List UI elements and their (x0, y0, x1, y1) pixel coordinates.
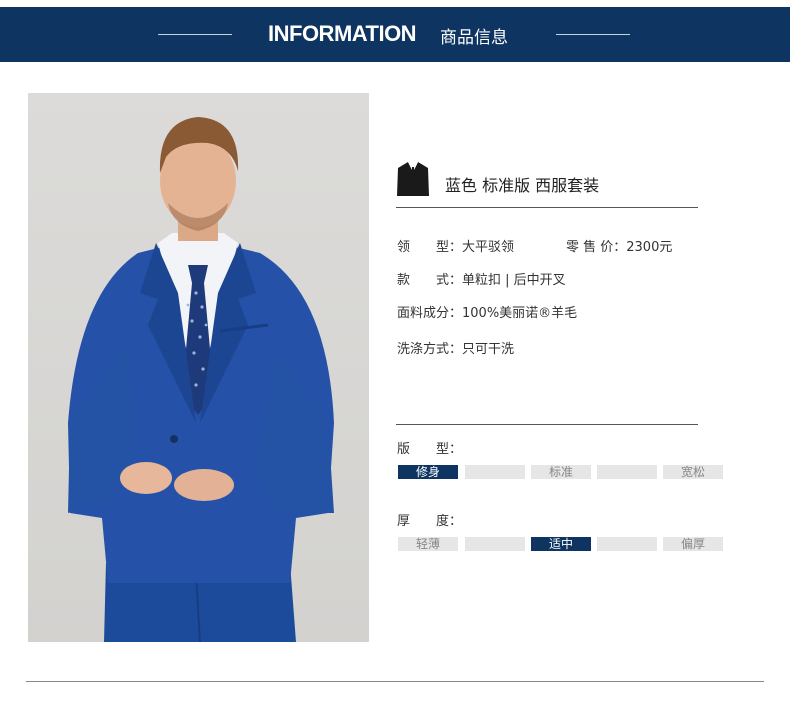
product-heading: 蓝色 标准版 西服套装 (396, 160, 698, 207)
style-label: 款 式： (397, 273, 463, 288)
product-photo (28, 93, 369, 642)
spec-wash: 洗涤方式：只可干洗 (397, 338, 514, 357)
wash-label: 洗涤方式： (397, 342, 463, 357)
spec-divider (396, 424, 698, 425)
banner-left-line (158, 34, 232, 35)
fit-cell: 宽松 (663, 465, 723, 479)
heading-divider (396, 207, 698, 208)
model-in-suit-illustration (68, 117, 334, 642)
thickness-cell: 轻薄 (398, 537, 458, 551)
fabric-label: 面料成分： (397, 306, 463, 321)
price-label: 零 售 价： (566, 240, 627, 255)
banner-right-line (556, 34, 630, 35)
thickness-cell: 适中 (531, 537, 591, 551)
wash-value: 只可干洗 (462, 342, 515, 357)
collar-value: 大平驳领 (462, 240, 515, 255)
banner-title-cn: 商品信息 (440, 28, 508, 48)
thickness-label: 厚 度： (397, 514, 463, 529)
thickness-cell: 偏厚 (663, 537, 723, 551)
fit-label: 版 型： (397, 442, 463, 457)
spec-price: 零 售 价：2300元 (566, 236, 672, 255)
fabric-value: 100%美丽诺®羊毛 (462, 306, 578, 321)
fit-cell (597, 465, 657, 479)
collar-label: 领 型： (397, 240, 463, 255)
thickness-cell (597, 537, 657, 551)
thickness-cell (465, 537, 525, 551)
spec-style: 款 式：单粒扣 | 后中开叉 (397, 269, 566, 288)
bottom-divider (26, 681, 764, 682)
suit-jacket-icon (397, 162, 429, 196)
spec-collar: 领 型：大平驳领 (397, 236, 514, 255)
price-value: 2300元 (626, 240, 673, 255)
fit-cell: 标准 (531, 465, 591, 479)
style-value: 单粒扣 | 后中开叉 (462, 273, 566, 288)
info-banner: INFORMATION 商品信息 (0, 7, 790, 62)
banner-title-en: INFORMATION (268, 21, 417, 46)
fit-cell: 修身 (398, 465, 458, 479)
product-name: 蓝色 标准版 西服套装 (445, 176, 600, 195)
fit-cell (465, 465, 525, 479)
spec-fabric: 面料成分：100%美丽诺®羊毛 (397, 302, 577, 321)
